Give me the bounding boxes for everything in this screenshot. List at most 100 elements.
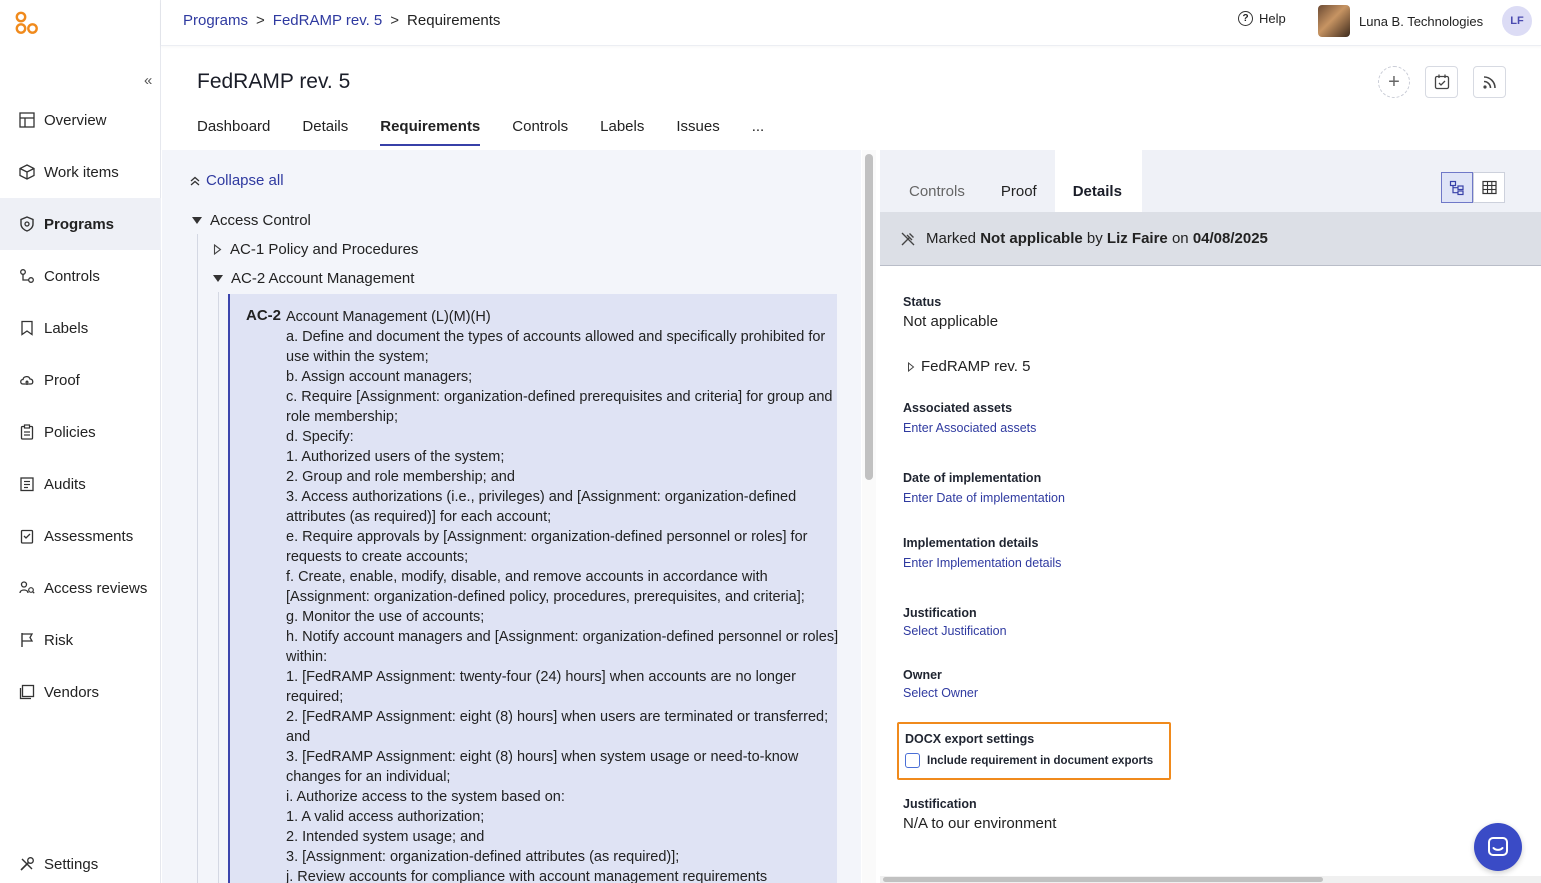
requirement-detail[interactable]: AC-2 Account Management (L)(M)(H) a. Def… bbox=[228, 294, 838, 883]
breadcrumb-current: Requirements bbox=[407, 12, 501, 29]
tab-more[interactable]: ... bbox=[752, 118, 765, 146]
programs-icon bbox=[18, 215, 36, 233]
sidebar-item-work-items[interactable]: Work items bbox=[0, 146, 161, 198]
sidebar-item-label: Access reviews bbox=[44, 579, 148, 597]
details-horizontal-scrollbar[interactable] bbox=[880, 876, 1541, 883]
table-view-icon bbox=[1481, 180, 1497, 195]
chat-support-button[interactable] bbox=[1474, 823, 1522, 871]
assessments-icon bbox=[18, 527, 36, 545]
justification-value: N/A to our environment bbox=[903, 815, 1057, 832]
sidebar-item-label: Overview bbox=[44, 111, 107, 129]
sidebar-item-programs[interactable]: Programs bbox=[0, 198, 161, 250]
tree-view-icon bbox=[1449, 180, 1464, 195]
work-items-icon bbox=[18, 163, 36, 181]
sidebar-item-proof[interactable]: Proof bbox=[0, 354, 161, 406]
sidebar-item-label: Audits bbox=[44, 475, 86, 493]
sidebar-item-settings[interactable]: Settings bbox=[0, 838, 98, 883]
requirement-line: g. Monitor the use of accounts; bbox=[286, 609, 485, 625]
docx-export-label: DOCX export settings bbox=[905, 732, 1035, 746]
banner-text: Marked Not applicable by Liz Faire on 04… bbox=[926, 230, 1268, 247]
tab-proof-panel[interactable]: Proof bbox=[983, 150, 1055, 212]
sidebar-item-policies[interactable]: Policies bbox=[0, 406, 161, 458]
labels-icon bbox=[18, 319, 36, 337]
rss-feed-button[interactable] bbox=[1473, 66, 1506, 98]
tree-node-ac-2[interactable]: AC-2 Account Management bbox=[213, 270, 414, 287]
sidebar-item-label: Proof bbox=[44, 371, 80, 389]
audits-icon bbox=[18, 475, 36, 493]
owner-label: Owner bbox=[903, 668, 942, 682]
risk-icon bbox=[18, 631, 36, 649]
tree-node-access-control[interactable]: Access Control bbox=[192, 212, 311, 229]
justification-label-2: Justification bbox=[903, 797, 977, 811]
help-button[interactable]: ? Help bbox=[1238, 11, 1286, 26]
tab-controls[interactable]: Controls bbox=[512, 118, 568, 146]
calendar-button[interactable] bbox=[1425, 66, 1458, 98]
enter-associated-assets-link[interactable]: Enter Associated assets bbox=[903, 421, 1036, 435]
org-switcher[interactable]: Luna B. Technologies bbox=[1318, 5, 1483, 37]
select-owner-link[interactable]: Select Owner bbox=[903, 686, 978, 700]
requirement-line: 2. Group and role membership; and bbox=[286, 469, 515, 485]
breadcrumb: Programs > FedRAMP rev. 5 > Requirements bbox=[183, 12, 500, 29]
app-logo-icon[interactable] bbox=[14, 10, 40, 36]
requirement-line: 1. A valid access authorization; bbox=[286, 809, 485, 825]
sidebar: « Overview Work items Programs Controls … bbox=[0, 0, 161, 883]
top-bar: Programs > FedRAMP rev. 5 > Requirements… bbox=[161, 0, 1541, 46]
sidebar-item-assessments[interactable]: Assessments bbox=[0, 510, 161, 562]
caret-right-icon bbox=[908, 361, 915, 372]
sidebar-item-risk[interactable]: Risk bbox=[0, 614, 161, 666]
tree-view-button[interactable] bbox=[1441, 172, 1473, 203]
include-in-exports-checkbox[interactable] bbox=[905, 753, 920, 768]
requirement-line: 1. Authorized users of the system; bbox=[286, 449, 505, 465]
enter-date-of-implementation-link[interactable]: Enter Date of implementation bbox=[903, 491, 1065, 505]
tab-details-panel[interactable]: Details bbox=[1054, 150, 1142, 212]
breadcrumb-fedramp[interactable]: FedRAMP rev. 5 bbox=[273, 12, 382, 29]
framework-node[interactable]: FedRAMP rev. 5 bbox=[907, 358, 1030, 375]
include-in-exports-checkbox-row[interactable]: Include requirement in document exports bbox=[905, 753, 1153, 768]
requirement-line: e. Require approvals by [Assignment: org… bbox=[286, 529, 808, 565]
requirement-line: b. Assign account managers; bbox=[286, 369, 473, 385]
collapse-sidebar-button[interactable]: « bbox=[144, 72, 152, 89]
requirement-line: 2. Intended system usage; and bbox=[286, 829, 485, 845]
details-tabs: Controls Proof Details bbox=[880, 150, 1142, 212]
table-view-button[interactable] bbox=[1473, 172, 1505, 203]
sidebar-item-label: Work items bbox=[44, 163, 119, 181]
tab-dashboard[interactable]: Dashboard bbox=[197, 118, 270, 146]
details-horizontal-scrollbar-thumb[interactable] bbox=[883, 877, 1323, 882]
tab-details[interactable]: Details bbox=[302, 118, 348, 146]
tree-scrollbar-thumb[interactable] bbox=[865, 154, 873, 480]
user-avatar[interactable]: LF bbox=[1502, 6, 1532, 36]
requirement-line: 3. Access authorizations (i.e., privileg… bbox=[286, 489, 797, 525]
not-applicable-icon bbox=[901, 232, 915, 245]
sidebar-item-access-reviews[interactable]: Access reviews bbox=[0, 562, 161, 614]
requirement-line: a. Define and document the types of acco… bbox=[286, 329, 826, 365]
requirement-line: c. Require [Assignment: organization-def… bbox=[286, 389, 833, 425]
sidebar-item-label: Risk bbox=[44, 631, 74, 649]
requirements-tree-pane: Collapse all Access Control AC-1 Policy … bbox=[162, 150, 861, 883]
collapse-all-button[interactable]: Collapse all bbox=[190, 172, 284, 189]
breadcrumb-programs[interactable]: Programs bbox=[183, 12, 248, 29]
tab-issues[interactable]: Issues bbox=[676, 118, 719, 146]
tab-controls-panel[interactable]: Controls bbox=[880, 150, 983, 212]
breadcrumb-separator: > bbox=[390, 12, 400, 29]
banner-user: Liz Faire bbox=[1106, 230, 1168, 247]
banner-prefix: Marked bbox=[926, 230, 977, 247]
tree-guide-line bbox=[197, 234, 198, 883]
requirement-line: 1. [FedRAMP Assignment: twenty-four (24)… bbox=[286, 669, 796, 705]
sidebar-item-vendors[interactable]: Vendors bbox=[0, 666, 161, 718]
tab-labels[interactable]: Labels bbox=[600, 118, 644, 146]
tree-scrollbar[interactable] bbox=[862, 150, 876, 883]
caret-right-icon bbox=[213, 244, 222, 255]
sidebar-item-labels[interactable]: Labels bbox=[0, 302, 161, 354]
tab-requirements[interactable]: Requirements bbox=[380, 118, 481, 146]
sidebar-item-audits[interactable]: Audits bbox=[0, 458, 161, 510]
view-toggle bbox=[1441, 172, 1505, 203]
requirement-text: Account Management (L)(M)(H) a. Define a… bbox=[286, 307, 841, 883]
sidebar-item-controls[interactable]: Controls bbox=[0, 250, 161, 302]
add-button[interactable]: + bbox=[1378, 66, 1410, 98]
enter-implementation-details-link[interactable]: Enter Implementation details bbox=[903, 556, 1061, 570]
select-justification-link[interactable]: Select Justification bbox=[903, 624, 1007, 638]
tree-node-ac-1[interactable]: AC-1 Policy and Procedures bbox=[213, 241, 418, 258]
sidebar-item-label: Programs bbox=[44, 215, 115, 233]
sidebar-item-overview[interactable]: Overview bbox=[0, 94, 161, 146]
requirement-code: AC-2 bbox=[246, 307, 282, 324]
